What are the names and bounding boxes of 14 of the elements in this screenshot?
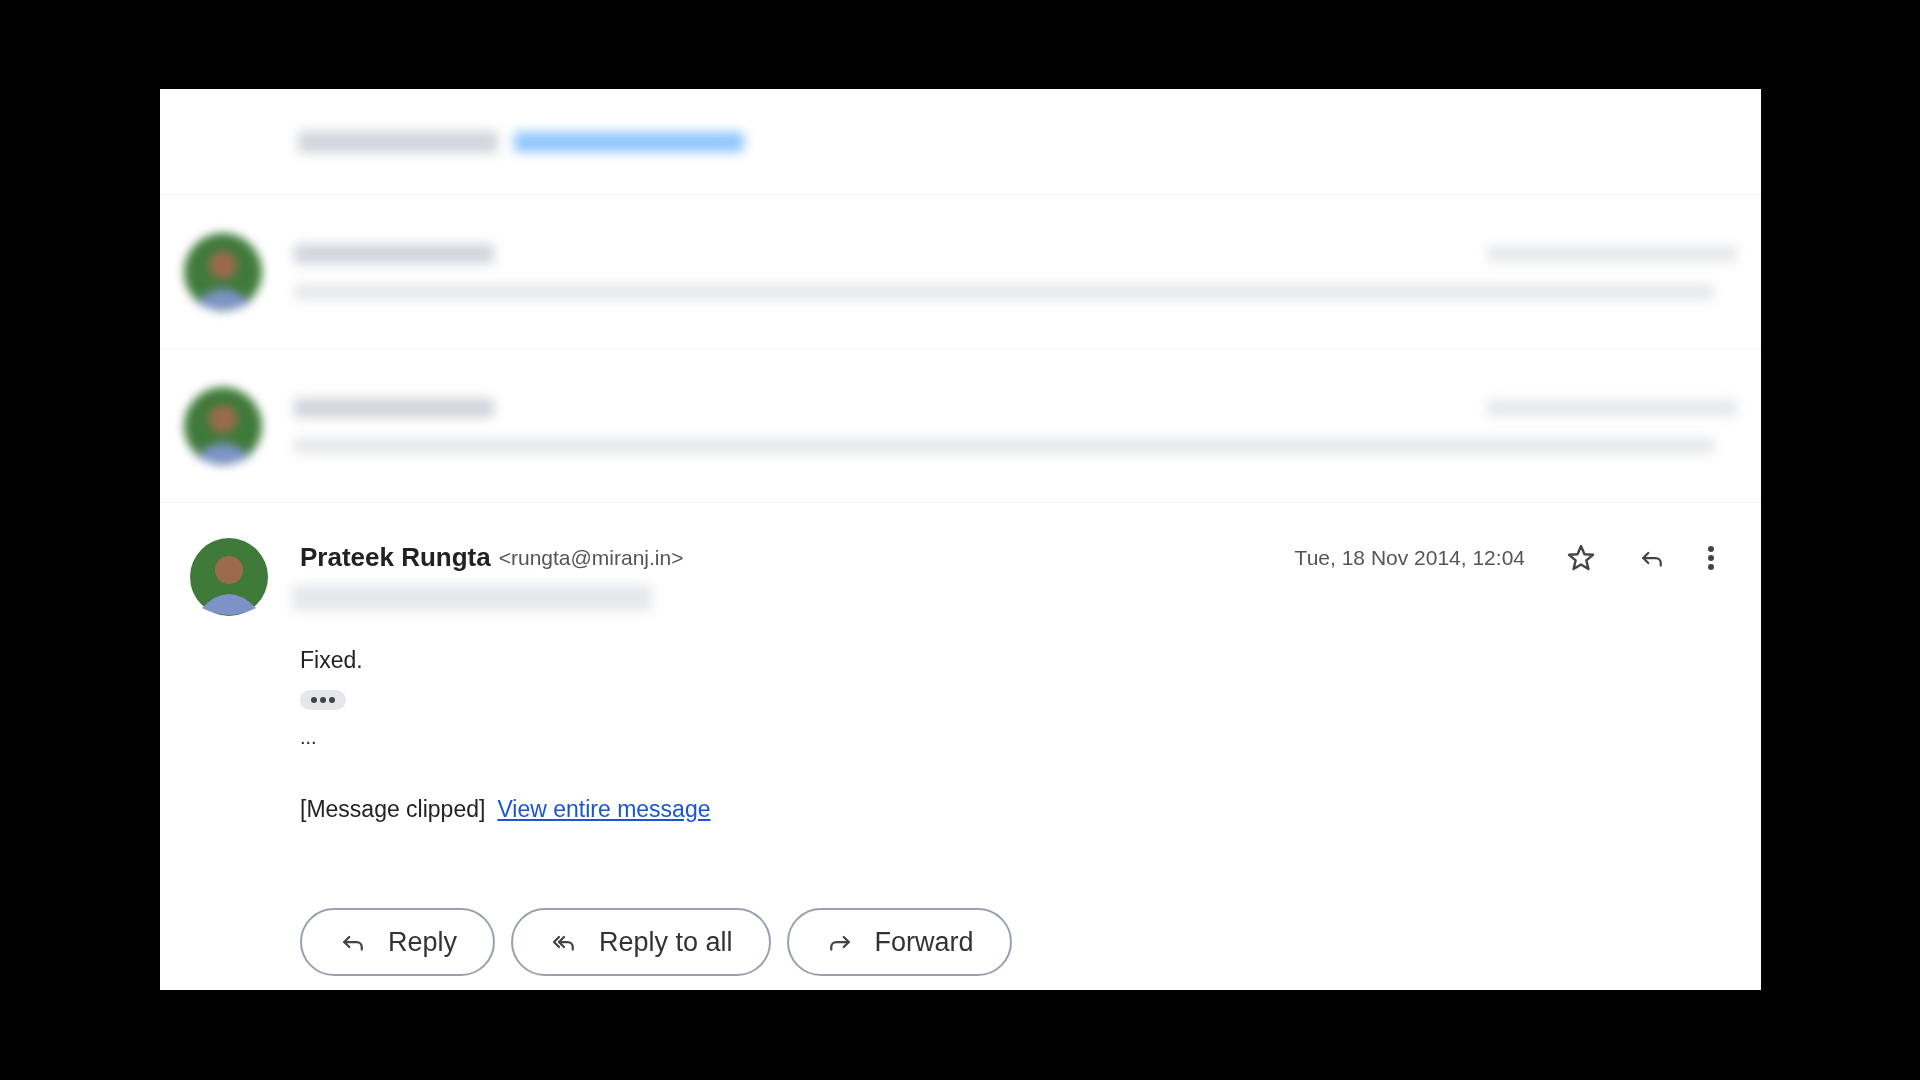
message-date: Tue, 18 Nov 2014, 12:04 — [1294, 544, 1525, 571]
ellipsis-text: ... — [300, 724, 317, 750]
message-body: Fixed. — [300, 646, 363, 675]
sender-email: <rungta@miranj.in> — [498, 544, 684, 571]
more-icon — [1707, 544, 1715, 571]
show-trimmed-button[interactable] — [300, 689, 346, 710]
more-button[interactable] — [1707, 544, 1715, 571]
clipped-note: [Message clipped] — [300, 794, 486, 824]
view-message-link[interactable]: View entire message — [497, 791, 711, 826]
sender-name: Prateek Rungta — [300, 541, 491, 574]
dots-icon — [310, 695, 336, 704]
forward-action-button[interactable]: Forward — [786, 908, 1012, 976]
reply-all-action-button[interactable]: Reply to all — [511, 908, 771, 976]
reply-action-button[interactable]: Reply — [300, 908, 496, 976]
